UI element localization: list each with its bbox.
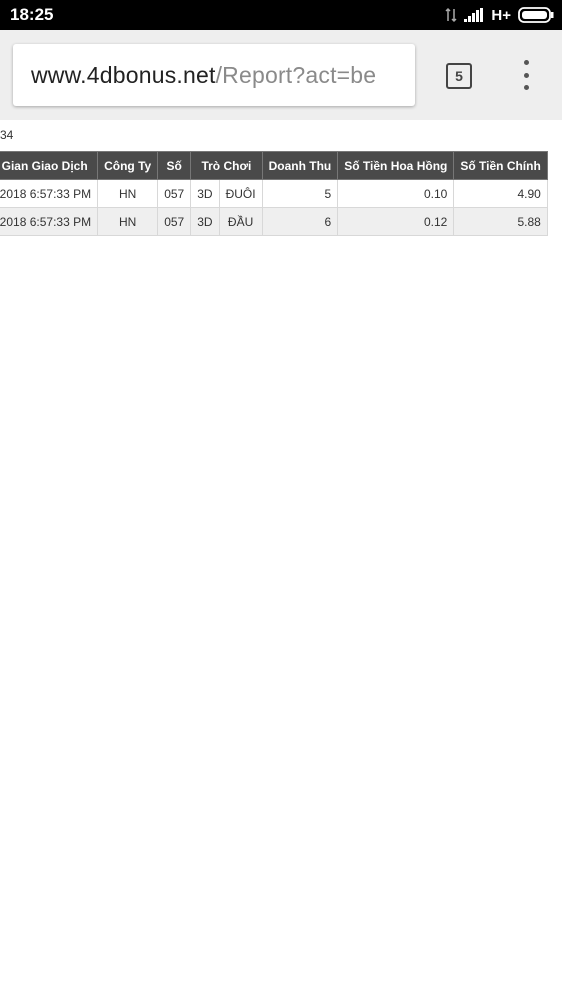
table-row: 13/2018 6:57:33 PM HN 057 3D ĐẦU 6 0.12 … (0, 207, 548, 236)
tab-switcher-button[interactable]: 5 (446, 63, 472, 89)
cell-commission: 0.10 (337, 179, 455, 208)
cell-game-type: 3D (190, 207, 220, 236)
cell-commission: 0.12 (337, 207, 455, 236)
url-domain: www.4dbonus.net (31, 62, 216, 88)
status-time: 18:25 (10, 5, 54, 24)
cell-game-type: 3D (190, 179, 220, 208)
status-bar: 18:25 H+ (0, 0, 562, 30)
report-table: ời Gian Giao Dịch Công Ty Số Trò Chơi Do… (0, 151, 548, 236)
cell-time: 13/2018 6:57:33 PM (0, 179, 99, 208)
column-header-revenue: Doanh Thu (261, 151, 339, 180)
cell-number: 057 (157, 207, 192, 236)
address-bar[interactable]: www.4dbonus.net/Report?act=be (13, 44, 415, 106)
column-header-game: Trò Chơi (190, 151, 263, 180)
status-icons: H+ (445, 6, 554, 24)
signal-icon (464, 8, 484, 22)
data-transfer-icon (445, 7, 457, 23)
column-header-net: Số Tiền Chính (453, 151, 548, 180)
cell-game-mode: ĐUÔI (218, 179, 263, 208)
account-label: 34 (0, 128, 14, 142)
table-header-row: ời Gian Giao Dịch Công Ty Số Trò Chơi Do… (0, 151, 548, 180)
column-header-number: Số (157, 151, 192, 180)
column-header-time: ời Gian Giao Dịch (0, 151, 99, 180)
network-type: H+ (491, 6, 511, 24)
cell-time: 13/2018 6:57:33 PM (0, 207, 99, 236)
cell-revenue: 6 (261, 207, 339, 236)
page-content: 34 ời Gian Giao Dịch Công Ty Số Trò Chơi… (0, 120, 562, 1000)
column-header-commission: Số Tiền Hoa Hồng (337, 151, 455, 180)
more-vert-icon[interactable] (516, 60, 536, 90)
cell-game-mode: ĐẦU (218, 207, 263, 236)
cell-revenue: 5 (261, 179, 339, 208)
cell-net: 5.88 (453, 207, 548, 236)
browser-toolbar: www.4dbonus.net/Report?act=be (0, 30, 562, 120)
column-header-company: Công Ty (97, 151, 159, 180)
url-path: /Report?act=be (215, 62, 377, 88)
cell-company: HN (97, 179, 159, 208)
table-row: 13/2018 6:57:33 PM HN 057 3D ĐUÔI 5 0.10… (0, 179, 548, 208)
cell-company: HN (97, 207, 159, 236)
cell-number: 057 (157, 179, 192, 208)
cell-net: 4.90 (453, 179, 548, 208)
battery-icon (518, 7, 554, 23)
